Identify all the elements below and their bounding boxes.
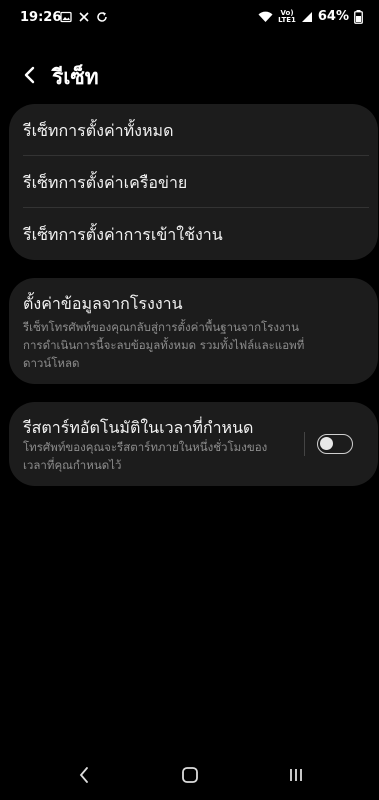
auto-restart-card: รีสตาร์ทอัตโนมัติในเวลาที่กำหนด โทรศัพท์…	[9, 402, 378, 486]
status-notification-icons	[60, 11, 108, 23]
back-button[interactable]	[16, 60, 44, 90]
nav-home-button[interactable]	[170, 762, 210, 788]
missed-call-icon	[79, 12, 89, 22]
status-right-group: Vo) LTE1 64%	[258, 9, 363, 24]
auto-restart-description: โทรศัพท์ของคุณจะรีสตาร์ทภายในหนึ่งชั่วโม…	[23, 440, 268, 472]
back-nav-icon	[79, 767, 88, 783]
reset-network-settings-label: รีเซ็ทการตั้งค่าเครือข่าย	[23, 173, 188, 192]
nav-back-button[interactable]	[64, 762, 104, 788]
status-bar: 19:26 Vo) LTE1 64%	[0, 0, 379, 36]
toggle-divider	[304, 432, 305, 456]
factory-reset-title: ตั้งค่าข้อมูลจากโรงงาน	[23, 294, 183, 313]
network-type-label: Vo) LTE1	[278, 8, 296, 24]
factory-reset-description: รีเซ็ทโทรศัพท์ของคุณกลับสู่การตั้งค่าพื้…	[23, 320, 305, 370]
nav-recents-button[interactable]	[276, 762, 316, 788]
reset-accessibility-settings-label: รีเซ็ทการตั้งค่าการเข้าใช้งาน	[23, 225, 223, 244]
navigation-bar	[0, 750, 379, 800]
reset-all-settings-item[interactable]: รีเซ็ทการตั้งค่าทั้งหมด	[9, 104, 378, 156]
home-nav-icon	[182, 767, 198, 783]
factory-reset-card[interactable]: ตั้งค่าข้อมูลจากโรงงาน รีเซ็ทโทรศัพท์ของ…	[9, 278, 378, 384]
status-time: 19:26	[20, 10, 62, 25]
auto-restart-toggle[interactable]	[317, 434, 353, 454]
page-title: รีเซ็ท	[52, 65, 99, 89]
battery-level: 64%	[317, 9, 349, 24]
gallery-icon	[60, 11, 72, 23]
toggle-knob	[320, 437, 333, 450]
reset-options-card: รีเซ็ทการตั้งค่าทั้งหมด รีเซ็ทการตั้งค่า…	[9, 104, 378, 260]
signal-icon	[301, 11, 312, 22]
auto-restart-item[interactable]: รีสตาร์ทอัตโนมัติในเวลาที่กำหนด โทรศัพท์…	[9, 402, 309, 486]
battery-icon	[354, 9, 363, 24]
reset-network-settings-item[interactable]: รีเซ็ทการตั้งค่าเครือข่าย	[9, 156, 378, 208]
recents-nav-icon	[290, 769, 302, 781]
wifi-icon	[258, 11, 273, 22]
reset-accessibility-settings-item[interactable]: รีเซ็ทการตั้งค่าการเข้าใช้งาน	[9, 208, 378, 260]
chevron-left-icon	[24, 66, 35, 84]
sync-icon	[97, 12, 107, 22]
app-header: รีเซ็ท	[0, 56, 379, 96]
reset-all-settings-label: รีเซ็ทการตั้งค่าทั้งหมด	[23, 121, 174, 140]
